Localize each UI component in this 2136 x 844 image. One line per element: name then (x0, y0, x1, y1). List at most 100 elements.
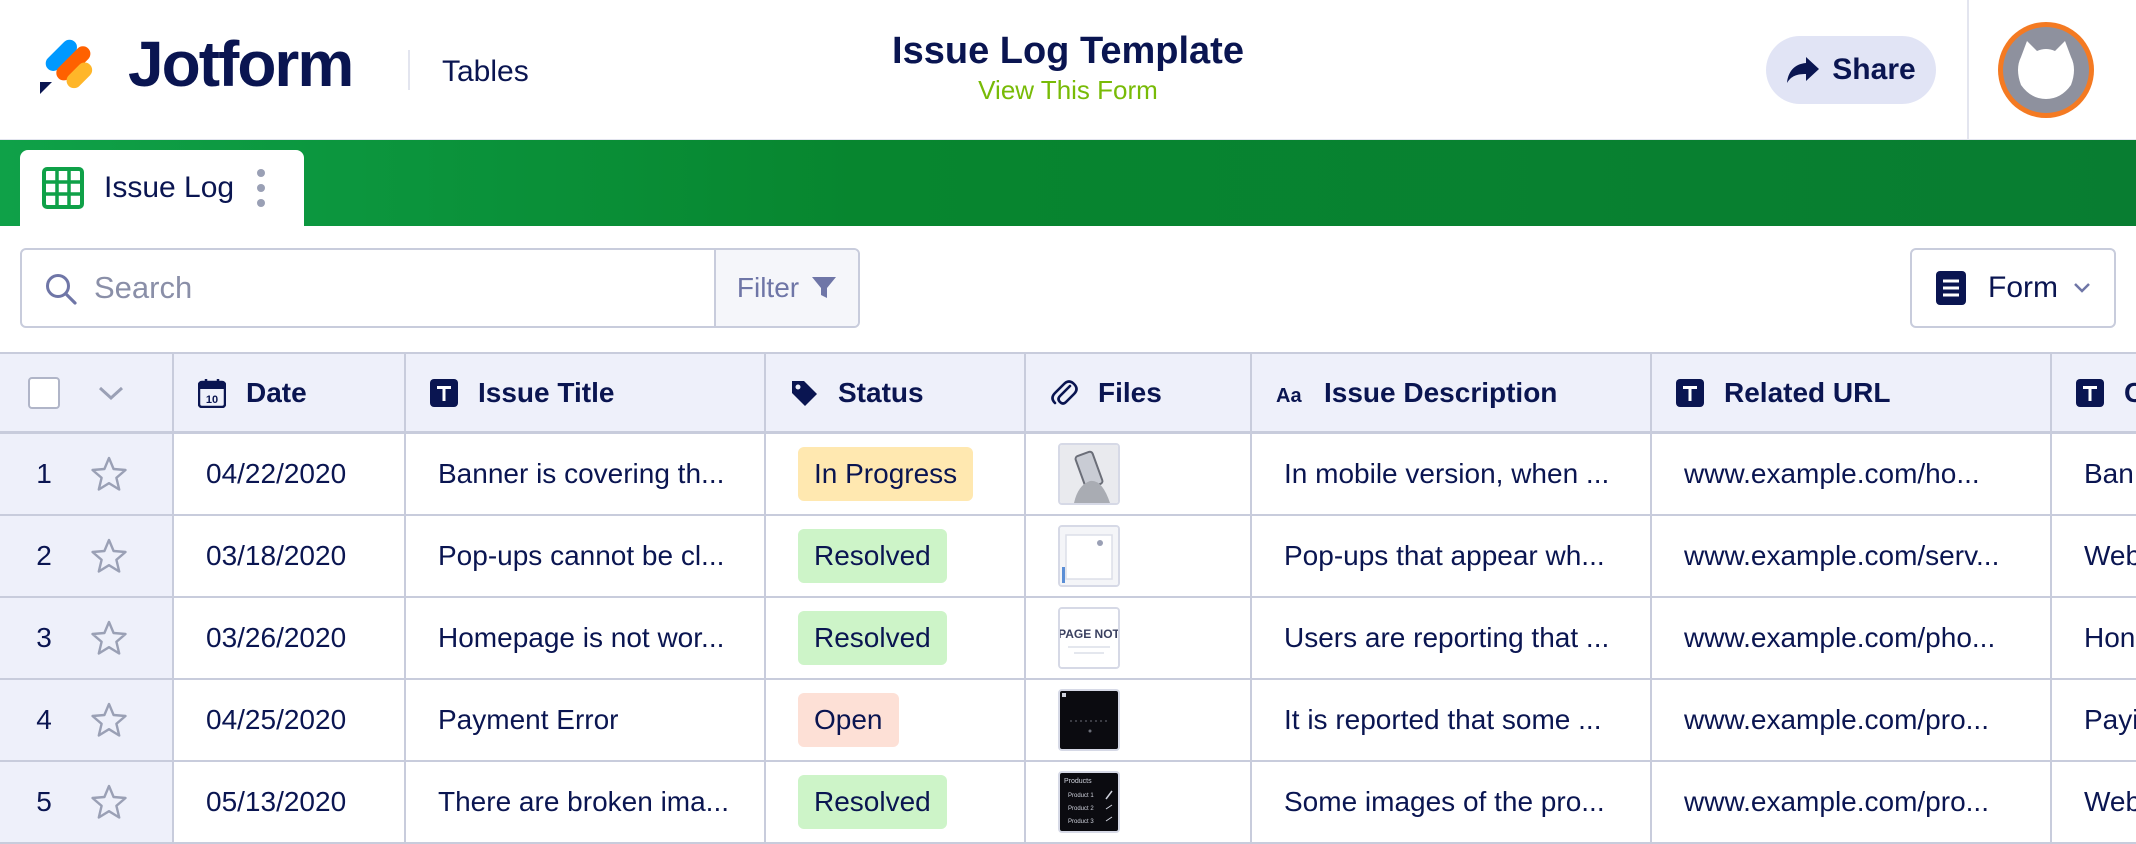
data-table: 10 Date Issue Title Status Files Aa Issu… (0, 352, 2136, 844)
cell-cut-off[interactable]: Hon (2052, 598, 2136, 678)
row-number: 4 (36, 704, 52, 735)
tab-issue-log[interactable]: Issue Log (20, 150, 304, 226)
column-label: C (2124, 377, 2136, 409)
select-all-checkbox[interactable] (28, 376, 60, 409)
cell-cut-off[interactable]: Web (2052, 516, 2136, 596)
cell-files[interactable]: PAGE NOT (1026, 598, 1252, 678)
page-not-found-thumbnail-icon: PAGE NOT (1060, 609, 1118, 667)
table-row[interactable]: 4 04/25/2020 Payment Error Open It is re… (0, 680, 2136, 762)
thumbnail-text: PAGE NOT (1060, 627, 1118, 641)
table-row[interactable]: 5 05/13/2020 There are broken ima... Res… (0, 762, 2136, 844)
avatar-image (2003, 27, 2089, 113)
cell-issue-description[interactable]: Pop-ups that appear wh... (1252, 516, 1652, 596)
table-header-row: 10 Date Issue Title Status Files Aa Issu… (0, 354, 2136, 434)
filter-button[interactable]: Filter (714, 250, 858, 326)
cell-status[interactable]: Resolved (766, 598, 1026, 678)
brand-name[interactable]: Jotform (128, 26, 354, 102)
jotform-logo-icon[interactable] (38, 30, 100, 96)
row-select-cell: 4 (0, 680, 174, 760)
file-thumbnail[interactable]: PAGE NOT (1058, 607, 1120, 669)
cell-files[interactable]: Products Product 1 Product 2 Product 3 (1026, 762, 1252, 842)
row-number: 5 (36, 786, 52, 817)
star-icon[interactable] (90, 701, 128, 739)
long-text-icon: Aa (1276, 385, 1302, 407)
file-thumbnail[interactable] (1058, 525, 1120, 587)
cell-date[interactable]: 04/22/2020 (174, 434, 406, 514)
star-icon[interactable] (90, 537, 128, 575)
column-header-issue-description[interactable]: Aa Issue Description (1252, 354, 1652, 431)
cell-related-url[interactable]: www.example.com/pro... (1652, 762, 2052, 842)
star-icon[interactable] (90, 455, 128, 493)
calendar-icon: 10 (198, 378, 226, 408)
cell-issue-description[interactable]: In mobile version, when ... (1252, 434, 1652, 514)
text-type-icon (430, 378, 458, 407)
view-form-link[interactable]: View This Form (768, 74, 1368, 106)
cell-issue-title[interactable]: There are broken ima... (406, 762, 766, 842)
cell-status[interactable]: Open (766, 680, 1026, 760)
star-icon[interactable] (90, 619, 128, 657)
tab-more-icon[interactable] (256, 169, 266, 207)
table-row[interactable]: 3 03/26/2020 Homepage is not wor... Reso… (0, 598, 2136, 680)
cell-date[interactable]: 05/13/2020 (174, 762, 406, 842)
row-select-cell: 3 (0, 598, 174, 678)
column-header-cut-off[interactable]: C (2052, 354, 2136, 431)
star-icon[interactable] (90, 783, 128, 821)
cell-cut-off[interactable]: Web (2052, 762, 2136, 842)
column-header-related-url[interactable]: Related URL (1652, 354, 2052, 431)
table-row[interactable]: 1 04/22/2020 Banner is covering th... In… (0, 434, 2136, 516)
thumbnail-text: Product 3 (1068, 819, 1094, 825)
row-select-cell: 1 (0, 434, 174, 514)
file-thumbnail[interactable] (1058, 689, 1120, 751)
cell-status[interactable]: In Progress (766, 434, 1026, 514)
avatar-divider (1967, 0, 1969, 140)
cell-issue-title[interactable]: Pop-ups cannot be cl... (406, 516, 766, 596)
cell-date[interactable]: 03/26/2020 (174, 598, 406, 678)
cell-related-url[interactable]: www.example.com/ho... (1652, 434, 2052, 514)
tag-icon (792, 380, 817, 406)
cell-date[interactable]: 04/25/2020 (174, 680, 406, 760)
text-type-icon (2076, 378, 2104, 407)
share-label: Share (1832, 53, 1916, 86)
row-number: 2 (36, 540, 52, 571)
cell-issue-title[interactable]: Homepage is not wor... (406, 598, 766, 678)
thumbnail-text: Product 1 (1068, 793, 1094, 799)
file-thumbnail[interactable] (1058, 443, 1120, 505)
chevron-down-icon (2074, 283, 2090, 293)
cell-cut-off[interactable]: Payi (2052, 680, 2136, 760)
row-select-cell: 5 (0, 762, 174, 842)
column-header-status[interactable]: Status (766, 354, 1026, 431)
cell-issue-description[interactable]: Users are reporting that ... (1252, 598, 1652, 678)
cell-files[interactable] (1026, 434, 1252, 514)
status-badge: Open (798, 693, 899, 747)
column-header-issue-title[interactable]: Issue Title (406, 354, 766, 431)
table-row[interactable]: 2 03/18/2020 Pop-ups cannot be cl... Res… (0, 516, 2136, 598)
svg-text:Aa: Aa (1276, 385, 1302, 407)
select-all-cell (0, 354, 174, 431)
column-header-date[interactable]: 10 Date (174, 354, 406, 431)
cell-issue-title[interactable]: Payment Error (406, 680, 766, 760)
column-header-files[interactable]: Files (1026, 354, 1252, 431)
cell-issue-description[interactable]: It is reported that some ... (1252, 680, 1652, 760)
section-label[interactable]: Tables (442, 54, 529, 90)
form-view-button[interactable]: Form (1910, 248, 2116, 328)
cell-files[interactable] (1026, 516, 1252, 596)
cell-related-url[interactable]: www.example.com/pho... (1652, 598, 2052, 678)
cell-date[interactable]: 03/18/2020 (174, 516, 406, 596)
cell-status[interactable]: Resolved (766, 762, 1026, 842)
cell-related-url[interactable]: www.example.com/serv... (1652, 516, 2052, 596)
cell-issue-description[interactable]: Some images of the pro... (1252, 762, 1652, 842)
share-button[interactable]: Share (1766, 36, 1936, 104)
avatar[interactable] (1998, 22, 2094, 118)
file-thumbnail[interactable]: Products Product 1 Product 2 Product 3 (1058, 771, 1120, 833)
cell-files[interactable] (1026, 680, 1252, 760)
cell-status[interactable]: Resolved (766, 516, 1026, 596)
cell-issue-title[interactable]: Banner is covering th... (406, 434, 766, 514)
paperclip-icon (1051, 379, 1078, 405)
search-input[interactable] (94, 264, 714, 312)
search-box: Filter (20, 248, 860, 328)
chevron-down-icon[interactable] (96, 384, 126, 402)
cell-related-url[interactable]: www.example.com/pro... (1652, 680, 2052, 760)
search-icon (46, 274, 77, 305)
filter-label: Filter (736, 272, 800, 303)
cell-cut-off[interactable]: Ban (2052, 434, 2136, 514)
